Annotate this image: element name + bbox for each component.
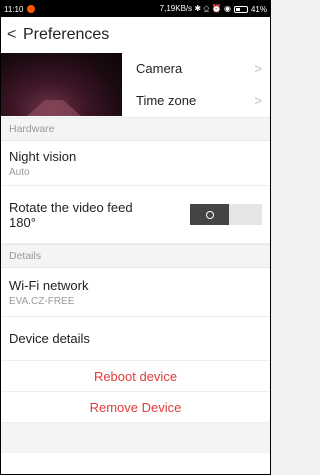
wifi-network-row[interactable]: Wi-Fi network EVA.CZ-FREE [1, 268, 270, 317]
section-header-details: Details [1, 244, 270, 268]
status-right: 7,19KB/s ✱ ⎐ ⏰ ◉ 41% [160, 4, 267, 14]
remove-device-button[interactable]: Remove Device [1, 392, 270, 423]
status-time: 11:10 [4, 4, 24, 14]
rotate-video-toggle[interactable] [190, 204, 262, 225]
thumbnail-floor [27, 100, 81, 116]
wifi-network-value: EVA.CZ-FREE [9, 295, 75, 307]
app-screen: 11:10 7,19KB/s ✱ ⎐ ⏰ ◉ 41% < Preferences… [0, 0, 271, 475]
night-vision-value: Auto [9, 166, 30, 178]
timezone-label: Time zone [136, 93, 197, 109]
toggle-off-icon [205, 210, 214, 219]
section-header-hardware: Hardware [1, 117, 270, 141]
bottom-spacer [1, 423, 270, 453]
camera-block: Camera > Time zone > [1, 52, 270, 117]
battery-percent: 41% [250, 4, 267, 14]
night-vision-label: Night vision [9, 148, 77, 164]
night-vision-row[interactable]: Night vision Auto [1, 141, 270, 186]
back-icon[interactable]: < [7, 26, 23, 44]
app-header: < Preferences [1, 17, 270, 52]
camera-row[interactable]: Camera > [122, 52, 270, 85]
toggle-knob [190, 204, 229, 225]
recording-indicator-icon [27, 5, 36, 13]
page-title: Preferences [23, 25, 110, 43]
device-details-row[interactable]: Device details [1, 317, 270, 361]
rotate-video-row: Rotate the video feed 180° [1, 186, 270, 244]
timezone-row[interactable]: Time zone > [122, 85, 270, 118]
reboot-device-button[interactable]: Reboot device [1, 361, 270, 392]
wifi-network-label: Wi-Fi network [9, 277, 89, 293]
chevron-right-icon: > [254, 60, 262, 76]
rotate-video-label: Rotate the video feed 180° [9, 199, 133, 230]
chevron-right-icon: > [254, 93, 262, 109]
device-details-label: Device details [9, 331, 90, 346]
battery-icon [233, 5, 248, 13]
camera-label: Camera [136, 60, 183, 76]
network-speed: 7,19KB/s ✱ ⎐ ⏰ ◉ [159, 4, 231, 13]
status-bar: 11:10 7,19KB/s ✱ ⎐ ⏰ ◉ 41% [1, 1, 270, 17]
camera-settings-list: Camera > Time zone > [122, 52, 270, 117]
camera-thumbnail[interactable] [1, 53, 122, 116]
